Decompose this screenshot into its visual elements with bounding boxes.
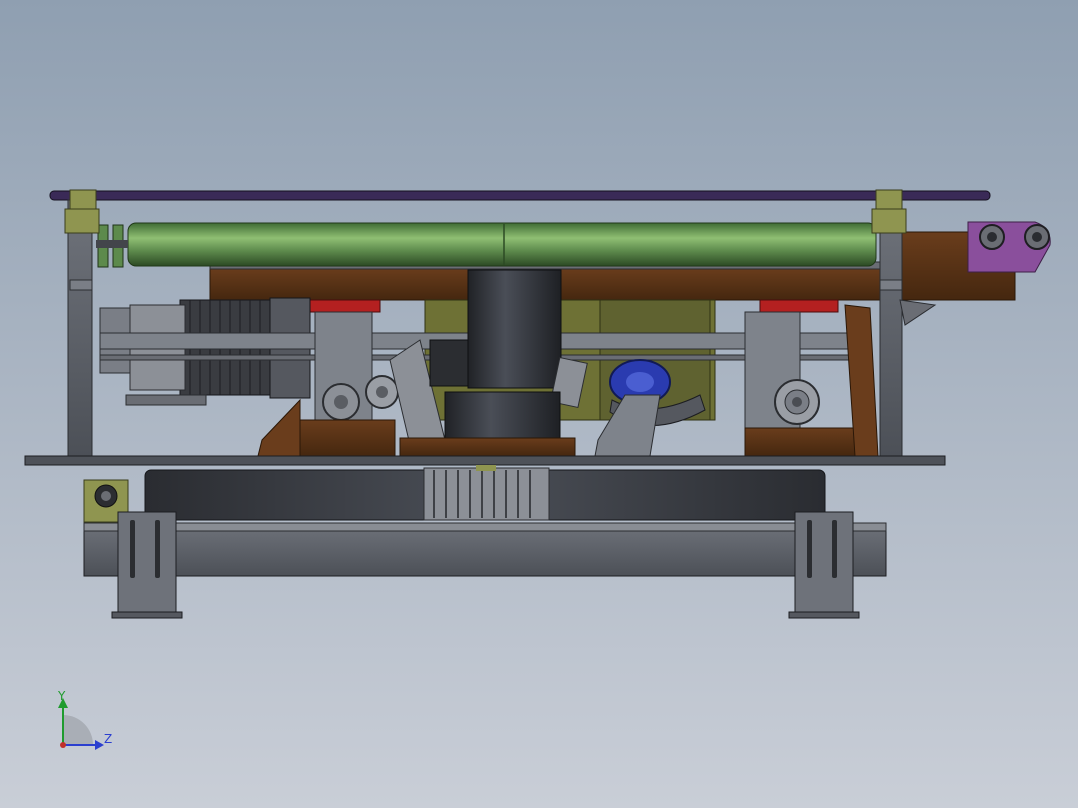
top-tie-rod — [49, 190, 991, 201]
right-top-clamp — [875, 189, 903, 211]
left-top-clamp — [69, 189, 97, 211]
z-axis-label: Z — [104, 732, 112, 746]
left-post — [67, 199, 93, 457]
green-roller — [127, 222, 877, 267]
y-axis-label: Y — [57, 689, 66, 703]
machine-assembly-drawing: Y Z — [24, 189, 1051, 750]
right-post — [879, 199, 903, 457]
z-axis-arrow — [95, 740, 104, 750]
drive-motor — [99, 297, 311, 406]
left-red-block — [299, 299, 381, 313]
central-column — [467, 269, 562, 389]
column-base-flange — [444, 391, 561, 443]
cad-viewport[interactable]: Y Z — [0, 0, 1078, 808]
left-foot — [111, 511, 183, 619]
triad-quadrant — [63, 715, 93, 745]
right-bearing-stand — [744, 299, 937, 457]
base-deck-plate — [24, 455, 946, 466]
axis-triad: Y Z — [57, 689, 112, 750]
brown-base-plate — [399, 437, 576, 457]
right-red-block — [759, 299, 839, 313]
triad-origin — [60, 742, 66, 748]
right-foot — [788, 511, 860, 619]
sprocket-pair — [96, 224, 128, 268]
